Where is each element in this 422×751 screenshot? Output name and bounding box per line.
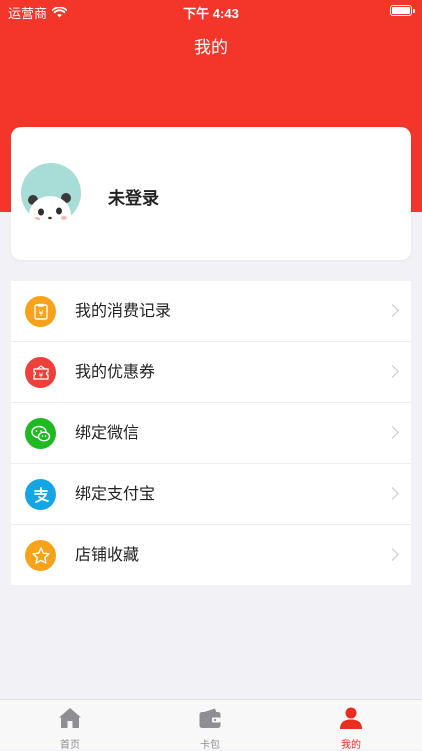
menu-item-label: 店铺收藏: [75, 547, 140, 564]
person-icon: [340, 707, 362, 729]
alipay-icon: [25, 479, 56, 510]
tab-label: 卡包: [200, 740, 220, 751]
menu-item-label: 我的优惠券: [75, 364, 156, 381]
svg-text:¥: ¥: [38, 309, 43, 318]
tab-mine[interactable]: 我的: [311, 700, 391, 751]
tab-card-wallet[interactable]: 卡包: [170, 700, 250, 751]
coupon-icon: ¥: [25, 357, 56, 388]
menu-list: ¥ 我的消费记录 ¥ 我的优惠券 绑定微信 绑定支付宝 店铺收藏: [11, 281, 411, 585]
wechat-icon: [25, 418, 56, 449]
menu-item-bind-wechat[interactable]: 绑定微信: [11, 403, 411, 464]
menu-item-coupons[interactable]: ¥ 我的优惠券: [11, 342, 411, 403]
menu-item-consumption-records[interactable]: ¥ 我的消费记录: [11, 281, 411, 342]
menu-item-store-favorites[interactable]: 店铺收藏: [11, 525, 411, 585]
chevron-right-icon: [386, 548, 399, 561]
tab-home[interactable]: 首页: [30, 700, 110, 751]
tab-label: 我的: [341, 740, 361, 751]
wallet-icon: [199, 708, 221, 728]
chevron-right-icon: [386, 426, 399, 439]
menu-item-bind-alipay[interactable]: 绑定支付宝: [11, 464, 411, 525]
home-icon: [59, 708, 81, 728]
menu-item-label: 绑定支付宝: [75, 486, 156, 503]
tab-label: 首页: [60, 740, 80, 751]
status-bar: 运营商 下午 4:43: [0, 0, 422, 22]
chevron-right-icon: [386, 365, 399, 378]
avatar[interactable]: [21, 163, 81, 223]
login-status-label[interactable]: 未登录: [108, 184, 159, 209]
status-time: 下午 4:43: [183, 6, 239, 21]
menu-item-label: 绑定微信: [75, 425, 140, 442]
tab-bar: 首页 卡包 我的: [0, 699, 422, 751]
menu-item-label: 我的消费记录: [75, 303, 172, 320]
page-title: 我的: [194, 38, 228, 57]
profile-card[interactable]: 未登录: [11, 127, 411, 260]
chevron-right-icon: [386, 487, 399, 500]
receipt-icon: ¥: [25, 296, 56, 327]
chevron-right-icon: [386, 304, 399, 317]
battery-icon: [390, 5, 415, 16]
panda-avatar-icon: [28, 193, 71, 223]
svg-text:¥: ¥: [38, 371, 43, 379]
star-icon: [25, 540, 56, 571]
